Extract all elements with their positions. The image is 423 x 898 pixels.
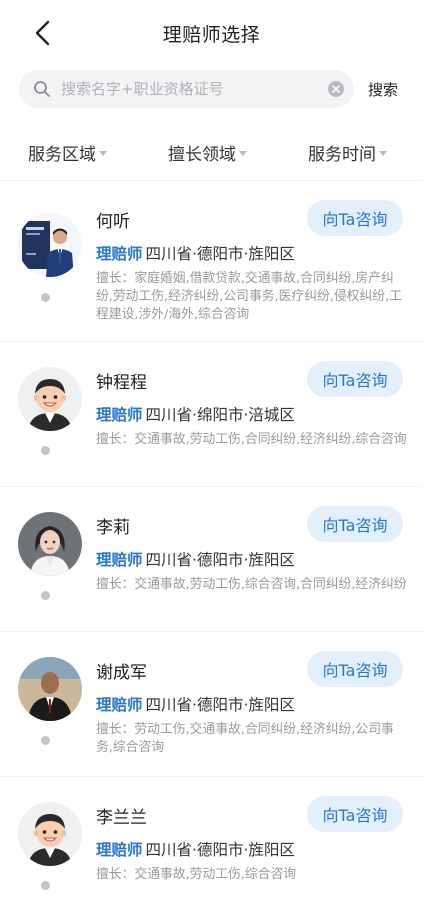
consult-button[interactable]: 向Ta咨询 (307, 361, 403, 397)
filter-service-time[interactable]: 服务时间 (308, 140, 387, 165)
consult-button[interactable]: 向Ta咨询 (307, 200, 403, 236)
adjuster-list: 何听 向Ta咨询 理赔师 四川省·德阳市·旌阳区 擅长：家庭婚姻,借款贷款,交通事… (0, 181, 423, 898)
role-tag: 理赔师 (96, 841, 143, 859)
filter-label: 擅长领域 (168, 145, 236, 165)
skills-text: 擅长：劳动工伤,交通事故,合同纠纷,经济纠纷,公司事务,综合咨询 (96, 722, 394, 755)
caret-down-icon (379, 150, 387, 156)
region-text: 四川省·德阳市·旌阳区 (145, 696, 295, 714)
adjuster-card[interactable]: 谢成军 向Ta咨询 理赔师 四川省·德阳市·旌阳区 擅长：劳动工伤,交通事故,合同… (0, 632, 423, 777)
role-tag: 理赔师 (96, 406, 143, 424)
adjuster-card[interactable]: 何听 向Ta咨询 理赔师 四川省·德阳市·旌阳区 擅长：家庭婚姻,借款贷款,交通事… (0, 181, 423, 342)
role-tag: 理赔师 (96, 696, 143, 714)
role-region: 理赔师 四川省·德阳市·旌阳区 (96, 242, 295, 264)
role-region: 理赔师 四川省·德阳市·旌阳区 (96, 548, 295, 570)
status-dot (41, 446, 50, 455)
status-dot (41, 736, 50, 745)
clear-icon[interactable] (328, 81, 344, 97)
search-row: 搜索 (0, 70, 423, 108)
avatar (18, 367, 82, 431)
cartoon-avatar (18, 802, 82, 866)
role-region: 理赔师 四川省·绵阳市·涪城区 (96, 403, 295, 425)
status-dot (41, 881, 50, 890)
search-button[interactable]: 搜索 (368, 79, 398, 100)
avatar (18, 802, 82, 866)
filter-service-area[interactable]: 服务区域 (28, 140, 107, 165)
adjuster-name: 谢成军 (96, 663, 147, 683)
avatar (18, 512, 82, 576)
adjuster-card[interactable]: 李兰兰 向Ta咨询 理赔师 四川省·德阳市·旌阳区 擅长：交通事故,劳动工伤,综合… (0, 777, 423, 898)
adjuster-name: 李莉 (96, 518, 130, 538)
adjuster-card[interactable]: 钟程程 向Ta咨询 理赔师 四川省·绵阳市·涪城区 擅长：交通事故,劳动工伤,合同… (0, 342, 423, 487)
role-region: 理赔师 四川省·德阳市·旌阳区 (96, 693, 295, 715)
search-input[interactable] (61, 70, 321, 108)
caret-down-icon (99, 150, 107, 156)
header-bar: 理赔师选择 (0, 0, 423, 66)
region-text: 四川省·绵阳市·涪城区 (145, 406, 295, 424)
skills-text: 擅长：交通事故,劳动工伤,综合咨询,合同纠纷,经济纠纷 (96, 577, 407, 592)
adjuster-card[interactable]: 李莉 向Ta咨询 理赔师 四川省·德阳市·旌阳区 擅长：交通事故,劳动工伤,综合咨… (0, 487, 423, 632)
filter-expertise[interactable]: 擅长领域 (168, 140, 247, 165)
filter-label: 服务区域 (28, 145, 96, 165)
avatar (18, 213, 82, 277)
role-region: 理赔师 四川省·德阳市·旌阳区 (96, 838, 295, 860)
portrait-photo (18, 512, 82, 576)
adjuster-name: 李兰兰 (96, 808, 147, 828)
skills-text: 擅长：交通事故,劳动工伤,综合咨询 (96, 867, 297, 882)
search-icon (34, 81, 50, 97)
region-text: 四川省·德阳市·旌阳区 (145, 551, 295, 569)
role-tag: 理赔师 (96, 245, 143, 263)
filter-bar: 服务区域 擅长领域 服务时间 (0, 128, 423, 174)
skills-text: 擅长：家庭婚姻,借款贷款,交通事故,合同纠纷,房产纠纷,劳动工伤,经济纠纷,公司… (96, 271, 402, 322)
skills-text: 擅长：交通事故,劳动工伤,合同纠纷,经济纠纷,综合咨询 (96, 432, 407, 447)
consult-button[interactable]: 向Ta咨询 (307, 506, 403, 542)
status-dot (41, 293, 50, 302)
consult-button[interactable]: 向Ta咨询 (307, 796, 403, 832)
caret-down-icon (239, 150, 247, 156)
region-text: 四川省·德阳市·旌阳区 (145, 841, 295, 859)
search-box[interactable] (19, 70, 354, 108)
region-text: 四川省·德阳市·旌阳区 (145, 245, 295, 263)
cartoon-avatar (18, 367, 82, 431)
portrait-photo (18, 657, 82, 721)
consult-button[interactable]: 向Ta咨询 (307, 651, 403, 687)
page-title: 理赔师选择 (162, 24, 261, 46)
role-tag: 理赔师 (96, 551, 143, 569)
avatar (18, 657, 82, 721)
adjuster-name: 钟程程 (96, 373, 147, 393)
portrait-photo (18, 213, 82, 277)
adjuster-name: 何听 (96, 212, 130, 232)
status-dot (41, 591, 50, 600)
filter-label: 服务时间 (308, 145, 376, 165)
